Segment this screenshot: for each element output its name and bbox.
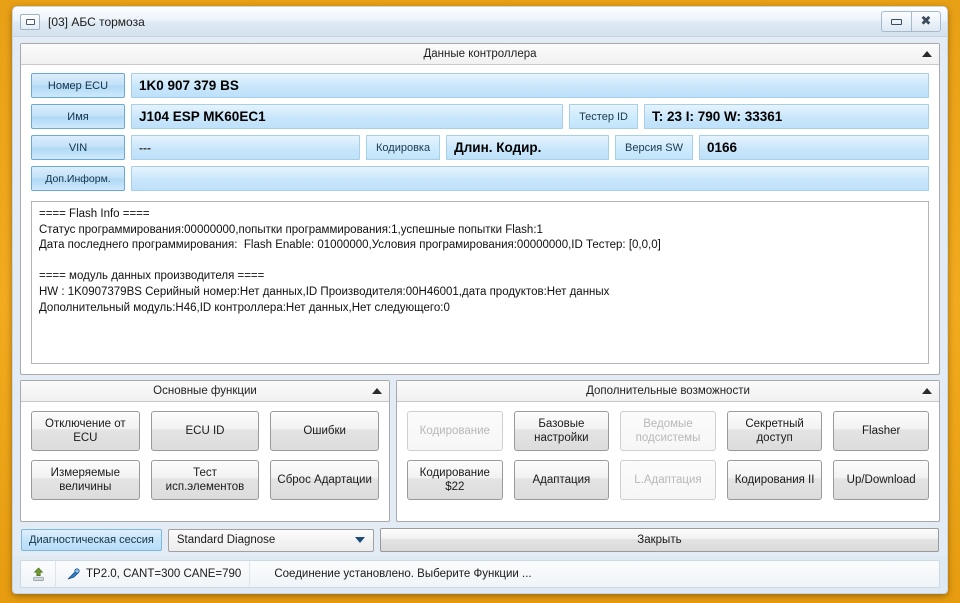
extra-function-button-1[interactable]: Базовые настройки	[513, 411, 610, 451]
extra-function-button-label: L.Адаптация	[634, 474, 702, 486]
upload-icon	[29, 566, 47, 582]
name-label[interactable]: Имя	[31, 104, 125, 129]
extra-function-button-label: Ведомые подсистемы	[635, 418, 701, 444]
extra-function-button-4[interactable]: Flasher	[833, 411, 929, 451]
extra-function-button-label: Flasher	[862, 425, 901, 437]
status-message-cell: Соединение установлено. Выберите Функции…	[250, 561, 939, 587]
coding-label: Кодировка	[366, 135, 441, 160]
window-controls: ✖	[881, 11, 941, 32]
function-panels-row: Основные функции Отключение от ECU ECU ID…	[20, 380, 940, 522]
extra-function-button-label: Базовые настройки	[534, 418, 589, 444]
extra-functions-panel: Дополнительные возможности Кодирование Ба…	[396, 380, 940, 522]
chevron-down-icon[interactable]	[354, 537, 365, 543]
vin-label[interactable]: VIN	[31, 135, 125, 160]
extra-function-button-label: Кодирования II	[734, 474, 815, 486]
tester-id-value[interactable]: T: 23 I: 790 W: 33361	[644, 104, 929, 129]
extra-function-button-label: Кодирование $22	[419, 467, 490, 493]
extra-info-label[interactable]: Доп.Информ.	[31, 166, 125, 191]
main-function-button-2[interactable]: Ошибки	[270, 411, 379, 451]
ecu-number-label[interactable]: Номер ECU	[31, 73, 125, 98]
controller-data-title: Данные контроллера	[423, 48, 537, 60]
main-function-button-5[interactable]: Сброс Адартации	[270, 460, 379, 500]
status-protocol-text: TP2.0, CANT=300 CANE=790	[86, 568, 242, 580]
name-value[interactable]: J104 ESP MK60EC1	[131, 104, 564, 129]
diagnostic-session-select[interactable]: Standard Diagnose	[167, 528, 374, 552]
main-function-button-0[interactable]: Отключение от ECU	[31, 411, 140, 451]
extra-function-button-2: Ведомые подсистемы	[620, 411, 716, 451]
extra-function-button-5[interactable]: Кодирование $22	[407, 460, 503, 500]
main-function-button-label: Измеряемые величины	[50, 467, 120, 493]
window-title: [03] АБС тормоза	[48, 14, 145, 29]
extra-functions-header[interactable]: Дополнительные возможности	[397, 381, 939, 402]
row-name: Имя J104 ESP MK60EC1 Тестер ID T: 23 I: …	[31, 104, 929, 129]
main-function-button-4[interactable]: Тест исп.элементов	[150, 460, 260, 500]
extra-functions-grid: Кодирование Базовые настройки Ведомые подс…	[397, 402, 939, 521]
close-window-button[interactable]: ✖	[911, 11, 941, 32]
extra-function-button-label: Секретный доступ	[745, 418, 804, 444]
minimize-button[interactable]	[881, 11, 911, 32]
controller-data-header[interactable]: Данные контроллера	[21, 44, 939, 65]
extra-function-button-3[interactable]: Секретный доступ	[726, 411, 823, 451]
coding-value[interactable]: Длин. Кодир.	[446, 135, 610, 160]
row-ecu-number: Номер ECU 1K0 907 379 BS	[31, 73, 929, 98]
extra-info-value[interactable]	[131, 166, 929, 191]
sw-version-label: Версия SW	[615, 135, 693, 160]
application-window: [03] АБС тормоза ✖ Данные контроллера Но…	[12, 6, 948, 594]
row-extra-info: Доп.Информ.	[31, 166, 929, 191]
flash-info-text: ==== Flash Info ==== Статус программиров…	[39, 208, 661, 314]
extra-functions-title: Дополнительные возможности	[586, 385, 750, 397]
status-bar: TP2.0, CANT=300 CANE=790 Соединение уста…	[20, 560, 940, 588]
main-function-button-label: Тест исп.элементов	[165, 467, 245, 493]
extra-function-button-7: L.Адаптация	[620, 460, 716, 500]
main-function-button-1[interactable]: ECU ID	[150, 411, 260, 451]
main-function-button-label: Отключение от ECU	[45, 418, 126, 444]
extra-function-button-8[interactable]: Кодирования II	[726, 460, 823, 500]
sw-version-value[interactable]: 0166	[699, 135, 929, 160]
extra-function-button-9[interactable]: Up/Download	[833, 460, 929, 500]
chevron-up-icon[interactable]	[922, 388, 932, 394]
main-functions-header[interactable]: Основные функции	[21, 381, 389, 402]
main-function-button-label: Ошибки	[303, 425, 346, 437]
extra-function-button-label: Кодирование	[419, 425, 490, 437]
close-button[interactable]: Закрыть	[379, 528, 939, 552]
chevron-up-icon[interactable]	[922, 51, 932, 57]
close-icon: ✖	[920, 14, 932, 29]
main-function-button-label: Сброс Адартации	[277, 474, 372, 486]
minimize-icon	[891, 18, 902, 25]
cable-connector-icon	[64, 567, 82, 582]
row-vin: VIN --- Кодировка Длин. Кодир. Версия SW…	[31, 135, 929, 160]
extra-function-button-0: Кодирование	[407, 411, 503, 451]
status-connector-cell[interactable]: TP2.0, CANT=300 CANE=790	[56, 561, 251, 587]
main-functions-panel: Основные функции Отключение от ECU ECU ID…	[20, 380, 390, 522]
main-function-button-3[interactable]: Измеряемые величины	[31, 460, 140, 500]
window-restore-icon[interactable]	[20, 13, 40, 30]
flash-info-textarea[interactable]: ==== Flash Info ==== Статус программиров…	[31, 201, 929, 364]
extra-function-button-label: Up/Download	[846, 474, 916, 486]
title-bar: [03] АБС тормоза ✖	[13, 7, 947, 37]
extra-function-button-6[interactable]: Адаптация	[513, 460, 610, 500]
main-functions-grid: Отключение от ECU ECU ID Ошибки Измеряемые …	[21, 402, 389, 521]
diagnostic-session-label[interactable]: Диагностическая сессия	[21, 529, 162, 551]
main-function-button-label: ECU ID	[185, 425, 225, 437]
tester-id-label: Тестер ID	[569, 104, 638, 129]
vin-value[interactable]: ---	[131, 135, 360, 160]
controller-data-panel: Данные контроллера Номер ECU 1K0 907 379…	[20, 43, 940, 375]
status-upload-cell[interactable]	[21, 561, 56, 587]
extra-function-button-label: Адаптация	[532, 474, 591, 486]
session-bar: Диагностическая сессия Standard Diagnose…	[20, 527, 940, 553]
chevron-up-icon[interactable]	[372, 388, 382, 394]
ecu-number-value[interactable]: 1K0 907 379 BS	[131, 73, 929, 98]
status-message-text: Соединение установлено. Выберите Функции…	[274, 568, 532, 580]
client-area: Данные контроллера Номер ECU 1K0 907 379…	[13, 37, 947, 556]
diagnostic-session-value: Standard Diagnose	[176, 534, 276, 546]
controller-data-body: Номер ECU 1K0 907 379 BS Имя J104 ESP MK…	[21, 65, 939, 374]
main-functions-title: Основные функции	[153, 385, 257, 397]
